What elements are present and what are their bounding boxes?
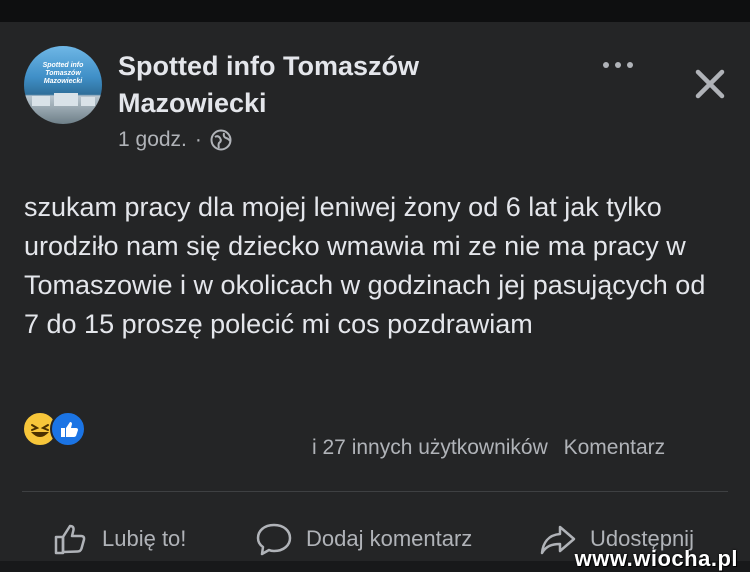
share-icon	[540, 525, 576, 555]
comment-icon	[256, 523, 292, 556]
like-icon	[50, 411, 86, 447]
post-text: szukam pracy dla mojej leniwej żony od 6…	[24, 192, 706, 339]
post-card: Spotted info Tomaszów Mazowiecki Spotted…	[0, 22, 750, 571]
comments-count-link[interactable]: Komentarz	[564, 436, 666, 459]
globe-icon	[210, 129, 232, 151]
more-options-icon[interactable]	[598, 50, 638, 80]
reaction-summary[interactable]: i 27 innych użytkowników Komentarz	[312, 436, 750, 460]
status-bar	[0, 0, 750, 22]
page-avatar[interactable]: Spotted info Tomaszów Mazowiecki	[24, 46, 102, 124]
avatar-building	[54, 93, 78, 106]
meta-separator: ·	[194, 128, 202, 151]
like-label: Lubię to!	[102, 526, 187, 551]
reaction-summary-text[interactable]: i 27 innych użytkowników	[312, 436, 548, 459]
avatar-building	[81, 97, 95, 106]
comment-label: Dodaj komentarz	[306, 526, 473, 551]
avatar-text: Spotted info Tomaszów Mazowiecki	[42, 62, 84, 85]
watermark-text: www.wiocha.pl	[574, 546, 738, 571]
avatar-building	[32, 96, 50, 106]
post-meta: 1 godz. ·	[118, 128, 232, 152]
divider	[22, 491, 728, 492]
author-name[interactable]: Spotted info Tomaszów Mazowiecki	[118, 48, 498, 122]
reaction-icons[interactable]	[22, 411, 86, 447]
like-button[interactable]: Lubię to!	[50, 519, 186, 559]
close-icon[interactable]	[690, 64, 730, 104]
post-time[interactable]: 1 godz.	[118, 128, 187, 152]
thumbs-up-icon	[54, 524, 86, 555]
comment-button[interactable]: Dodaj komentarz	[254, 519, 472, 559]
